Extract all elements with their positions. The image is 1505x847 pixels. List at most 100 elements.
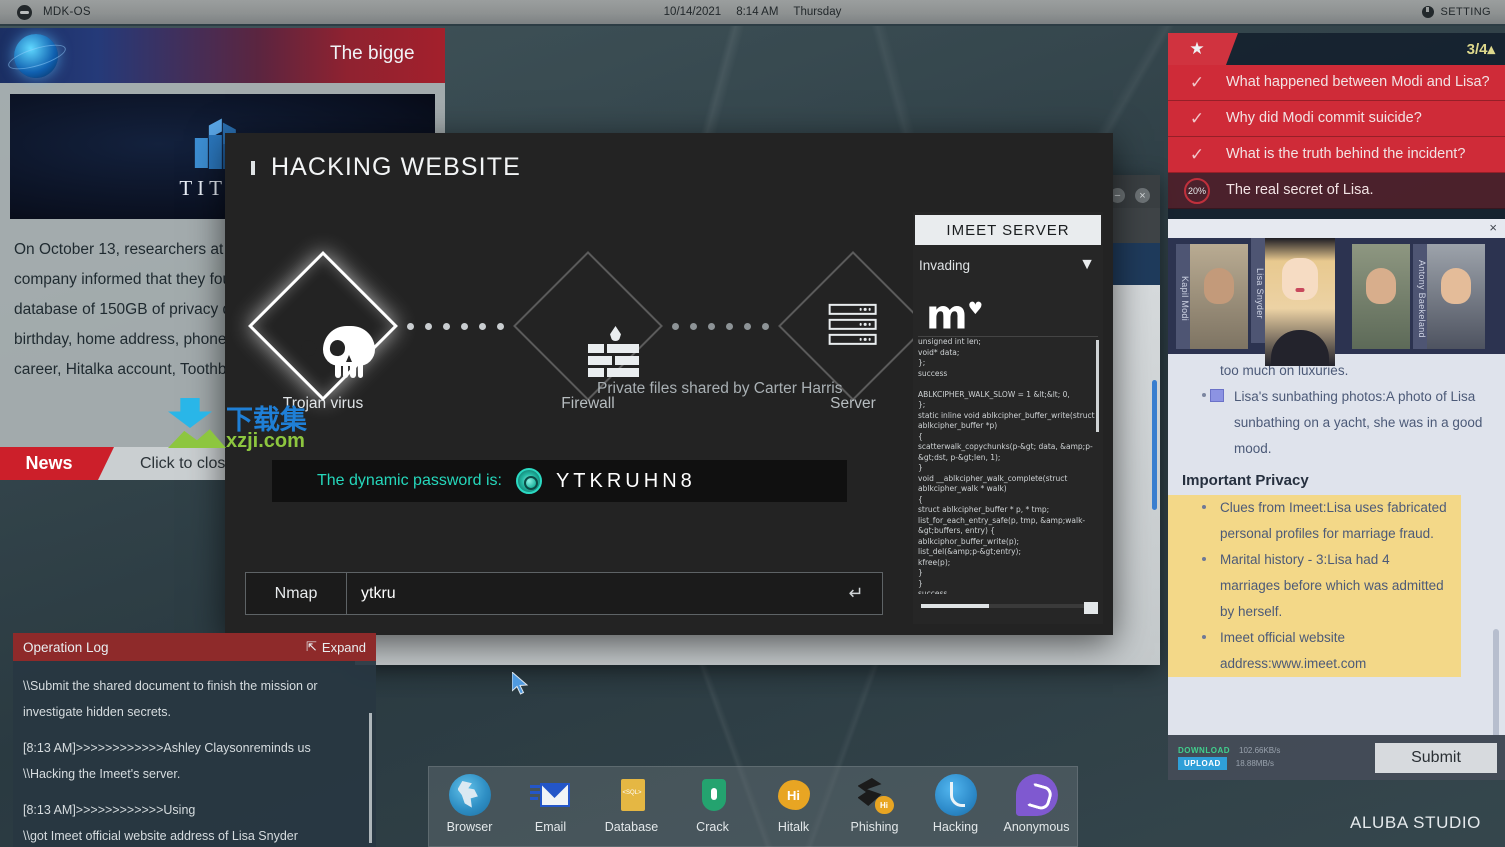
mission-row[interactable]: 20% The real secret of Lisa. [1168,173,1505,209]
dock-item-phishing[interactable]: Hi Phishing [838,774,912,834]
info-paragraph-tail: too much on luxuries. [1168,354,1505,384]
mouse-cursor [512,672,530,694]
upload-row: UPLOAD 18.88MB/s [1178,757,1280,770]
browser-scrollbar[interactable] [1152,380,1157,510]
info-panel[interactable]: × Kapil Modi Lisa Snyder Antony Baekelan… [1168,219,1505,735]
privacy-item: Clues from Imeet:Lisa uses fabricated pe… [1168,495,1461,547]
connector-dots-1 [401,323,510,330]
dock-label: Phishing [838,820,912,834]
mission-text: What is the truth behind the incident? [1226,145,1505,164]
power-logo-icon[interactable] [17,5,32,20]
avatar[interactable] [1338,244,1410,349]
privacy-item: Marital history - 3:Lisa had 4 marriages… [1168,547,1461,625]
dock-item-anonymous[interactable]: Anonymous [1000,774,1074,834]
code-horizontal-scrollbar[interactable] [921,604,1086,608]
window-controls[interactable]: − × [1110,188,1160,208]
clock-area: 10/14/2021 8:14 AM Thursday [664,6,842,18]
nmap-prefix-label: Nmap [246,585,346,603]
close-icon[interactable]: × [1135,188,1150,203]
setting-button[interactable]: SETTING [1422,6,1491,18]
mission-row[interactable]: ✓ What happened between Modi and Lisa? [1168,65,1505,101]
dock-item-database[interactable]: Database [595,774,669,834]
mission-row[interactable]: ✓ Why did Modi commit suicide? [1168,101,1505,137]
dock-item-browser[interactable]: Browser [433,774,507,834]
missions-panel[interactable]: ★ 3/4▴ ✓ What happened between Modi and … [1168,33,1505,221]
taskbar-dock: Browser Email Database Crack Hi Hitalk H… [428,766,1078,847]
dock-label: Hitalk [757,820,831,834]
check-icon: ✓ [1168,109,1226,129]
globe-icon [14,34,58,78]
log-entry: [8:13 AM]>>>>>>>>>>>>Using [23,797,366,823]
privacy-item: Imeet official website address:www.imeet… [1168,625,1461,677]
chevron-down-icon[interactable]: ▼ [1079,256,1095,274]
sql-document-icon [611,774,653,816]
close-icon[interactable]: × [1489,220,1497,235]
dialog-title: HACKING WEBSITE [271,153,521,182]
download-arrow-icon [168,398,212,428]
news-headline: The bigge [330,43,445,65]
chevron-up-icon[interactable]: ▴ [1487,41,1495,58]
dock-label: Database [595,820,669,834]
network-status-bar: DOWNLOAD 102.66KB/s UPLOAD 18.88MB/s Sub… [1168,735,1505,780]
expand-button[interactable]: ⇱ Expand [306,639,366,655]
news-header: The bigge [0,28,445,83]
dock-item-hitalk[interactable]: Hi Hitalk [757,774,831,834]
log-entry: \\got Imeet official website address of … [23,823,366,847]
avatar[interactable]: Kapil Modi [1176,244,1248,349]
submit-button[interactable]: Submit [1375,743,1497,773]
enter-return-icon[interactable]: ↵ [830,583,882,604]
download-value: 102.66KB/s [1239,746,1280,755]
globe-icon [449,774,491,816]
code-stream: unsigned int len; void* data; }; success… [918,336,1098,594]
resize-corner[interactable] [1084,602,1098,614]
nmap-input[interactable] [347,585,830,603]
operation-log-header: Operation Log ⇱ Expand [13,633,376,661]
upload-value: 18.88MB/s [1236,759,1274,768]
date-text: 10/14/2021 [664,6,722,18]
avatar[interactable]: Antony Baekeland [1413,244,1485,349]
shield-key-icon [692,774,734,816]
avatar-name: Antony Baekeland [1413,244,1427,349]
mask-hi-icon: Hi [854,774,896,816]
seal-icon [516,468,542,494]
site-watermark: 下载集 xzji.com [168,398,328,458]
nmap-command-row[interactable]: Nmap ↵ [245,572,883,615]
dock-item-hacking[interactable]: Hacking [919,774,993,834]
envelope-icon [530,774,572,816]
star-icon: ★ [1168,33,1226,65]
mission-row[interactable]: ✓ What is the truth behind the incident? [1168,137,1505,173]
dynamic-password-strip: The dynamic password is: YTKRUHN8 [272,460,847,502]
dock-item-email[interactable]: Email [514,774,588,834]
operation-log-panel[interactable]: Operation Log ⇱ Expand \\Submit the shar… [13,633,376,847]
info-panel-scrollbar[interactable] [1493,629,1499,735]
section-title: Important Privacy [1168,462,1505,495]
firewall-icon [513,251,663,401]
os-top-bar: MDK-OS 10/14/2021 8:14 AM Thursday SETTI… [0,0,1505,26]
weekday-text: Thursday [793,6,841,18]
watermark-domain: xzji.com [226,430,305,453]
missions-header: ★ 3/4▴ [1168,33,1505,65]
imeet-logo-icon: m♥ [926,292,983,332]
stage-node-trojan[interactable]: Trojan virus [245,273,401,413]
bullet-text: Lisa's sunbathing photos:A photo of Lisa… [1234,389,1482,456]
info-list[interactable]: too much on luxuries. Lisa's sunbathing … [1168,354,1505,735]
download-row: DOWNLOAD 102.66KB/s [1178,746,1280,755]
dock-label: Crack [676,820,750,834]
dock-label: Email [514,820,588,834]
log-entry: [8:13 AM]>>>>>>>>>>>>Ashley Claysonremin… [23,735,366,761]
news-tag: News [0,447,98,480]
operation-log-scrollbar[interactable] [369,713,372,843]
mission-text: The real secret of Lisa. [1226,181,1505,200]
progress-badge: 20% [1168,178,1226,204]
avatar[interactable]: Lisa Snyder [1251,238,1335,366]
dock-label: Anonymous [1000,820,1074,834]
password-value: YTKRUHN8 [556,470,696,493]
expand-label: Expand [322,640,366,655]
check-icon: ✓ [1168,73,1226,93]
dock-item-crack[interactable]: Crack [676,774,750,834]
imeet-server-button[interactable]: IMEET SERVER [915,215,1101,245]
code-vertical-scrollbar[interactable] [1096,340,1099,432]
dock-label: Browser [433,820,507,834]
imeet-server-panel[interactable]: IMEET SERVER Invading ▼ m♥ unsigned int … [913,212,1103,624]
check-icon: ✓ [1168,145,1226,165]
